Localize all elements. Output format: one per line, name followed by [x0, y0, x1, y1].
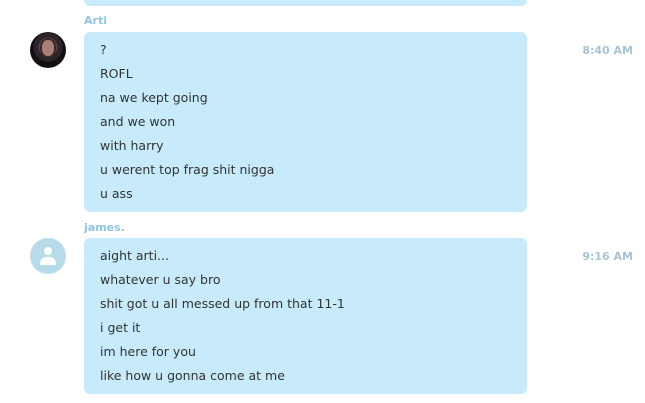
- message-text: with harry: [100, 138, 164, 153]
- previous-message-bubble[interactable]: [84, 0, 527, 6]
- chat-conversation: Arti ? ROFL na we kept going and we won …: [0, 0, 645, 403]
- message-text: whatever u say bro: [100, 272, 221, 287]
- message-text: ?: [100, 42, 107, 57]
- message-text: and we won: [100, 114, 176, 129]
- message-text: na we kept going: [100, 90, 208, 105]
- default-user-icon: [44, 247, 52, 255]
- avatar-photo-icon: [42, 40, 54, 56]
- message-text: u werent top frag shit nigga: [100, 162, 275, 177]
- message-timestamp: 9:16 AM: [582, 250, 633, 263]
- message-text: shit got u all messed up from that 11-1: [100, 296, 345, 311]
- message-bubble[interactable]: aight arti... whatever u say bro shit go…: [84, 238, 527, 394]
- message-text: u ass: [100, 186, 133, 201]
- message-bubble[interactable]: ? ROFL na we kept going and we won with …: [84, 32, 527, 212]
- message-text: im here for you: [100, 344, 196, 359]
- sender-name[interactable]: Arti: [84, 14, 107, 27]
- default-user-icon-body: [40, 257, 56, 265]
- sender-name[interactable]: james.: [84, 221, 125, 234]
- message-timestamp: 8:40 AM: [582, 44, 633, 57]
- user-avatar[interactable]: [30, 32, 66, 68]
- message-text: like how u gonna come at me: [100, 368, 285, 383]
- message-text: aight arti...: [100, 248, 169, 263]
- user-avatar[interactable]: [30, 238, 66, 274]
- message-text: ROFL: [100, 66, 133, 81]
- message-text: i get it: [100, 320, 141, 335]
